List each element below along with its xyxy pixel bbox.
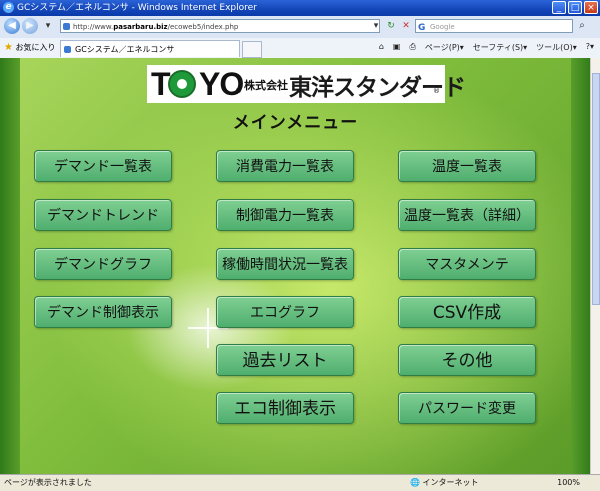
window-titlebar: e GCシステム／エネルコンサ - Windows Internet Explo… xyxy=(0,0,600,16)
window-controls: _ □ × xyxy=(552,1,598,14)
help-menu[interactable]: ?▾ xyxy=(586,42,594,53)
stop-icon[interactable]: ✕ xyxy=(400,19,412,33)
home-icon[interactable]: ⌂ xyxy=(379,42,384,53)
search-input[interactable]: G Google xyxy=(415,19,573,33)
page-icon xyxy=(64,46,71,53)
tab-current[interactable]: GCシステム／エネルコンサ xyxy=(60,40,240,57)
demand-graph-button[interactable]: デマンドグラフ xyxy=(34,248,172,280)
logo-ring-icon xyxy=(168,70,196,98)
internet-zone: 🌐 インターネット xyxy=(410,478,479,487)
page-menu[interactable]: ページ(P)▾ xyxy=(425,42,464,53)
url-dropdown-icon[interactable]: ▾ xyxy=(370,19,382,33)
demand-control-button[interactable]: デマンド制御表示 xyxy=(34,296,172,328)
page-title: メインメニュー xyxy=(232,113,359,133)
other-button[interactable]: その他 xyxy=(398,344,536,376)
favorites-bar: ★ お気に入り GCシステム／エネルコンサ ⌂ ▣ ⎙ ページ(P)▾ セーフテ… xyxy=(0,38,600,59)
temperature-list-button[interactable]: 温度一覧表 xyxy=(398,150,536,182)
close-button[interactable]: × xyxy=(584,1,598,14)
master-maintenance-button[interactable]: マスタメンテ xyxy=(398,248,536,280)
window-title: GCシステム／エネルコンサ - Windows Internet Explore… xyxy=(17,3,257,13)
temperature-detail-button[interactable]: 温度一覧表（詳細） xyxy=(398,199,536,231)
control-power-button[interactable]: 制御電力一覧表 xyxy=(216,199,354,231)
csv-button[interactable]: CSV作成 xyxy=(398,296,536,328)
print-icon[interactable]: ⎙ xyxy=(409,42,415,53)
demand-list-button[interactable]: デマンド一覧表 xyxy=(34,150,172,182)
star-icon: ★ xyxy=(4,42,13,53)
history-dropdown-icon[interactable]: ▾ xyxy=(42,19,54,33)
refresh-icon[interactable]: ↻ xyxy=(385,19,397,33)
address-bar: ◀ ▶ ▾ http://www.pasarbaru.biz/ecoweb5/i… xyxy=(0,16,600,39)
power-consumption-button[interactable]: 消費電力一覧表 xyxy=(216,150,354,182)
vertical-scrollbar[interactable] xyxy=(590,58,600,474)
page-content: T YO ® 株式会社 東洋スタンダード ® メインメニュー デマンド一覧表 デ… xyxy=(0,58,591,474)
feeds-icon[interactable]: ▣ xyxy=(393,42,401,53)
search-icon[interactable]: ⌕ xyxy=(575,19,589,33)
demand-trend-button[interactable]: デマンドトレンド xyxy=(34,199,172,231)
scrollbar-thumb[interactable] xyxy=(592,73,600,305)
minimize-button[interactable]: _ xyxy=(552,1,566,14)
status-text: ページが表示されました xyxy=(4,478,92,487)
new-tab-button[interactable] xyxy=(242,41,262,58)
tools-menu[interactable]: ツール(O)▾ xyxy=(536,42,577,53)
eco-control-button[interactable]: エコ制御表示 xyxy=(216,392,354,424)
command-bar: ⌂ ▣ ⎙ ページ(P)▾ セーフティ(S)▾ ツール(O)▾ ?▾ xyxy=(379,42,594,53)
ie-icon: e xyxy=(3,2,14,13)
password-change-button[interactable]: パスワード変更 xyxy=(398,392,536,424)
maximize-button[interactable]: □ xyxy=(568,1,582,14)
zoom-level[interactable]: 100% xyxy=(557,475,580,491)
url-field[interactable]: http://www.pasarbaru.biz/ecoweb5/index.p… xyxy=(60,19,380,33)
page-icon xyxy=(63,23,70,30)
forward-icon[interactable]: ▶ xyxy=(22,18,38,34)
operating-time-button[interactable]: 稼働時間状況一覧表 xyxy=(216,248,354,280)
favorites-button[interactable]: ★ お気に入り xyxy=(4,42,56,53)
past-list-button[interactable]: 過去リスト xyxy=(216,344,354,376)
company-logo: T YO ® 株式会社 東洋スタンダード ® xyxy=(147,65,466,103)
status-bar: ページが表示されました 🌐 インターネット 100% xyxy=(0,474,600,491)
safety-menu[interactable]: セーフティ(S)▾ xyxy=(473,42,527,53)
back-icon[interactable]: ◀ xyxy=(4,18,20,34)
google-icon: G xyxy=(418,23,426,33)
eco-graph-button[interactable]: エコグラフ xyxy=(216,296,354,328)
